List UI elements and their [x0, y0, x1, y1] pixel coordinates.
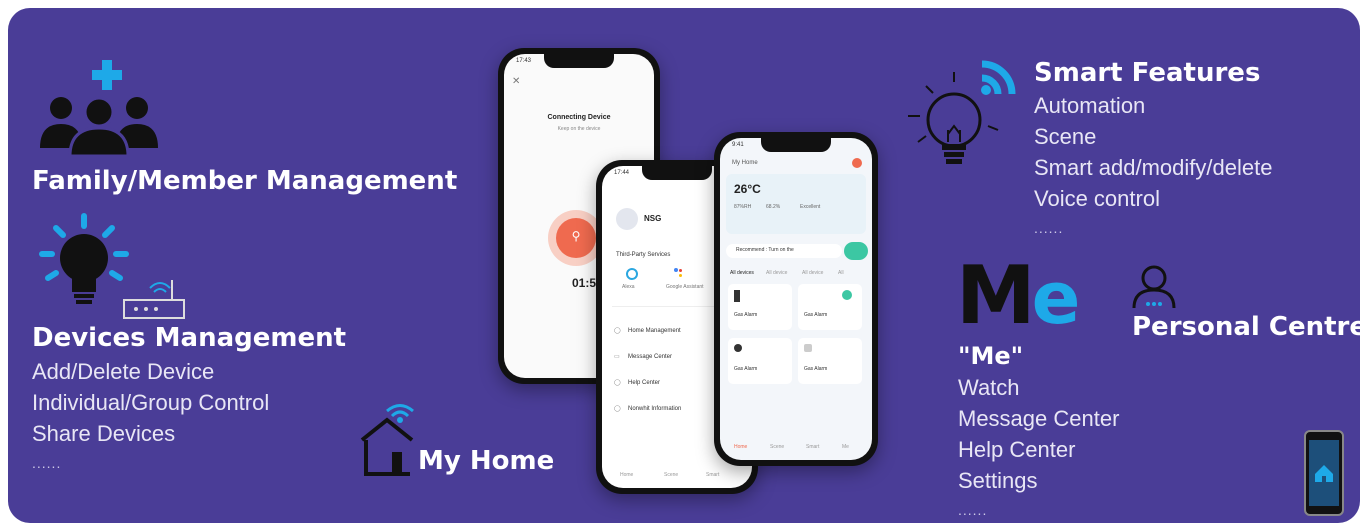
- recommend-text: Recommend : Turn on the: [736, 247, 794, 253]
- tab-home[interactable]: Home: [734, 444, 747, 450]
- phone2-time: 17:44: [614, 170, 630, 176]
- devices-title: Devices Management: [32, 323, 347, 353]
- device-card[interactable]: [798, 284, 862, 330]
- stat: 87%RH: [734, 204, 752, 210]
- devices-item: Share Devices: [32, 421, 176, 446]
- me-item: Watch: [958, 375, 1020, 400]
- status-dot: [842, 290, 852, 300]
- menu-home-management[interactable]: Home Management: [628, 328, 681, 334]
- phone-notch: [544, 54, 614, 68]
- menu-icon: ◯: [614, 406, 621, 412]
- avatar: [616, 208, 638, 230]
- phone3-home[interactable]: My Home: [732, 160, 758, 166]
- menu-icon: ◯: [614, 380, 621, 386]
- me-list: Watch Message Center Help Center Setting…: [958, 372, 1119, 518]
- phone1-subtitle: Keep on the device: [557, 126, 601, 132]
- me-item: Message Center: [958, 406, 1120, 431]
- tab-me[interactable]: Me: [842, 444, 849, 450]
- filter-all-devices[interactable]: All devices: [730, 270, 754, 276]
- tab-home[interactable]: Home: [620, 472, 633, 478]
- person-icon: [1130, 262, 1178, 312]
- service-label: Alexa: [622, 284, 635, 290]
- home-wifi-icon: [352, 400, 422, 480]
- me-title: "Me": [958, 342, 1024, 370]
- tab-smart[interactable]: Smart: [706, 472, 719, 478]
- filter[interactable]: All: [838, 270, 844, 276]
- device-name: Gas Alarm: [804, 366, 828, 372]
- recommend-action[interactable]: [844, 242, 868, 260]
- device-icon: [734, 290, 740, 302]
- family-icon: [34, 52, 164, 162]
- add-icon[interactable]: [852, 158, 862, 168]
- me-more: ......: [958, 502, 988, 518]
- menu-icon: ◯: [614, 328, 621, 334]
- phone3-time: 9:41: [732, 142, 744, 148]
- filter[interactable]: All device: [766, 270, 787, 276]
- smart-item: Scene: [1034, 124, 1097, 149]
- smart-item: Voice control: [1034, 186, 1160, 211]
- smart-title: Smart Features: [1034, 58, 1261, 88]
- phone-notch: [642, 166, 712, 180]
- menu-help-center[interactable]: Help Center: [628, 380, 660, 386]
- devices-item: Add/Delete Device: [32, 359, 215, 384]
- smart-bulb-wifi-icon: [902, 38, 1034, 188]
- stat: 68.2%: [766, 204, 781, 210]
- filter[interactable]: All device: [802, 270, 823, 276]
- phone1-time: 17:43: [516, 58, 532, 64]
- phone-home-screen: 9:41 My Home 26°C 87%RH 68.2% Excellent …: [720, 138, 872, 460]
- phone2-name: NSG: [644, 214, 662, 223]
- stat: Excellent: [800, 204, 821, 210]
- phone1-title: Connecting Device: [547, 114, 611, 121]
- my-home-title: My Home: [418, 446, 555, 476]
- me-logo-e: e: [1031, 256, 1081, 340]
- me-logo: Me: [956, 256, 1081, 340]
- smart-item: Automation: [1034, 93, 1146, 118]
- me-logo-m: M: [956, 249, 1036, 342]
- alexa-icon[interactable]: [626, 268, 638, 280]
- feature-banner: Family/Member Management Devices Managem…: [8, 8, 1360, 523]
- devices-item: Individual/Group Control: [32, 390, 270, 415]
- tab-scene[interactable]: Scene: [664, 472, 678, 478]
- device-name: Gas Alarm: [804, 312, 828, 318]
- devices-more: ......: [32, 455, 62, 471]
- service-label: Google Assistant: [666, 284, 704, 290]
- family-title: Family/Member Management: [32, 166, 458, 196]
- google-assistant-icon[interactable]: [674, 268, 684, 278]
- menu-information[interactable]: Nonwhit Information: [628, 406, 681, 412]
- me-item: Help Center: [958, 437, 1076, 462]
- lightbulb-router-icon: [34, 208, 194, 328]
- smart-list: Automation Scene Smart add/modify/delete…: [1034, 90, 1272, 236]
- personal-title: Personal Centre: [1132, 312, 1360, 342]
- menu-icon: ▭: [614, 354, 620, 360]
- smart-item: Smart add/modify/delete: [1034, 155, 1273, 180]
- smart-more: ......: [1034, 220, 1064, 236]
- phone3-temp: 26°C: [734, 182, 761, 196]
- phone-notch: [761, 138, 831, 152]
- device-icon: [804, 344, 812, 352]
- tab-scene[interactable]: Scene: [770, 444, 784, 450]
- tab-smart[interactable]: Smart: [806, 444, 819, 450]
- phone2-third-party: Third-Party Services: [616, 252, 671, 258]
- close-icon[interactable]: ✕: [512, 76, 520, 87]
- phone-home: 9:41 My Home 26°C 87%RH 68.2% Excellent …: [714, 132, 878, 466]
- me-item: Settings: [958, 468, 1038, 493]
- device-name: Gas Alarm: [734, 312, 758, 318]
- device-icon: [734, 344, 742, 352]
- device-name: Gas Alarm: [734, 366, 758, 372]
- menu-message-center[interactable]: Message Center: [628, 354, 672, 360]
- devices-list: Add/Delete Device Individual/Group Contr…: [32, 356, 269, 471]
- phone-home-icon: [1304, 430, 1344, 516]
